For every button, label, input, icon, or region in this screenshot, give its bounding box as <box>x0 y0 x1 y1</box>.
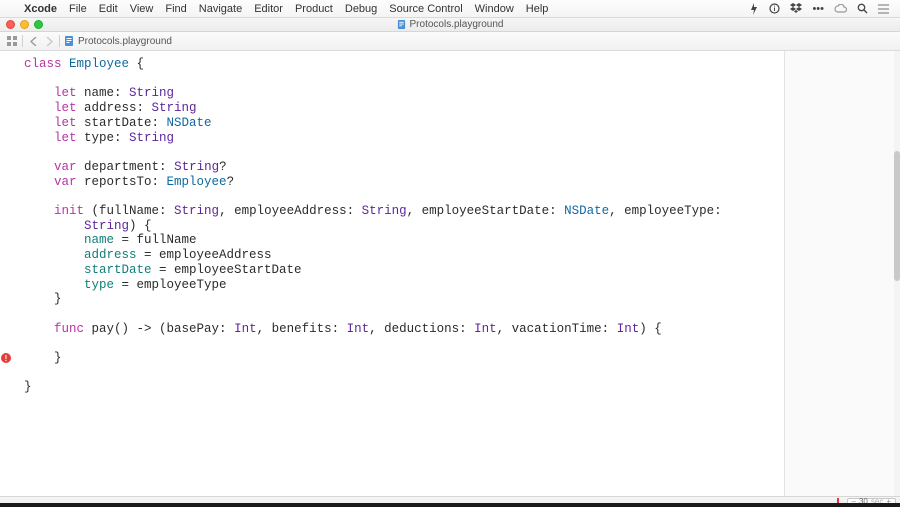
breadcrumb[interactable]: Protocols.playground <box>78 36 172 47</box>
jump-bar: Protocols.playground <box>0 32 900 51</box>
menu-view[interactable]: View <box>124 3 160 15</box>
related-items-button[interactable] <box>4 34 20 48</box>
playground-results-sidebar <box>784 51 894 496</box>
error-indicator[interactable] <box>1 353 11 363</box>
close-button[interactable] <box>6 20 15 29</box>
scrollbar-track[interactable] <box>894 51 900 496</box>
menu-help[interactable]: Help <box>520 3 555 15</box>
menu-file[interactable]: File <box>63 3 93 15</box>
menu-edit[interactable]: Edit <box>93 3 124 15</box>
menu-window[interactable]: Window <box>469 3 520 15</box>
source-editor[interactable]: class Employee { let name: String let ad… <box>14 51 784 496</box>
menu-navigate[interactable]: Navigate <box>193 3 248 15</box>
bolt-icon[interactable] <box>744 3 764 15</box>
cloud-icon[interactable] <box>829 4 852 13</box>
spotlight-search-icon[interactable] <box>852 3 873 14</box>
zoom-button[interactable] <box>34 20 43 29</box>
window-titlebar: Protocols.playground <box>0 18 900 32</box>
macos-menubar: Xcode FileEditViewFindNavigateEditorProd… <box>0 0 900 18</box>
dots-icon[interactable]: ••• <box>807 3 829 15</box>
playground-file-icon <box>64 36 74 46</box>
app-menu[interactable]: Xcode <box>18 3 63 15</box>
window-controls <box>6 20 43 29</box>
menu-source-control[interactable]: Source Control <box>383 3 468 15</box>
playground-file-icon <box>397 20 406 29</box>
forward-button[interactable] <box>41 34 57 48</box>
notification-center-icon[interactable] <box>873 4 894 14</box>
menu-debug[interactable]: Debug <box>339 3 383 15</box>
menu-product[interactable]: Product <box>289 3 339 15</box>
editor-area: class Employee { let name: String let ad… <box>0 51 900 496</box>
scrollbar-thumb[interactable] <box>894 151 900 281</box>
minimize-button[interactable] <box>20 20 29 29</box>
window-title: Protocols.playground <box>410 19 504 30</box>
info-icon[interactable] <box>764 3 785 14</box>
dropbox-icon[interactable] <box>785 3 807 14</box>
menu-find[interactable]: Find <box>159 3 192 15</box>
editor-gutter <box>0 51 14 496</box>
menu-editor[interactable]: Editor <box>248 3 289 15</box>
bottom-border <box>0 503 900 507</box>
back-button[interactable] <box>25 34 41 48</box>
